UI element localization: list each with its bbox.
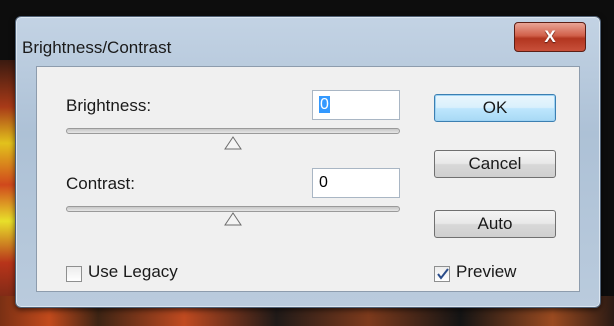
close-button[interactable]: X (514, 22, 586, 52)
contrast-value: 0 (319, 174, 328, 191)
cancel-button[interactable]: Cancel (434, 150, 556, 178)
brightness-slider-thumb[interactable] (224, 136, 242, 150)
brightness-slider-track[interactable] (66, 128, 400, 134)
brightness-value: 0 (319, 96, 330, 113)
use-legacy-label[interactable]: Use Legacy (88, 262, 178, 282)
preview-label[interactable]: Preview (456, 262, 516, 282)
checkmark-icon (437, 268, 449, 280)
preview-checkbox[interactable] (434, 266, 450, 282)
contrast-input[interactable]: 0 (312, 168, 400, 198)
ok-button[interactable]: OK (434, 94, 556, 122)
triangle-thumb-icon (224, 136, 242, 150)
use-legacy-checkbox[interactable] (66, 266, 82, 282)
triangle-thumb-icon (224, 212, 242, 226)
auto-button[interactable]: Auto (434, 210, 556, 238)
dialog-title: Brightness/Contrast (22, 38, 172, 57)
brightness-label: Brightness: (66, 96, 152, 115)
close-icon: X (544, 27, 556, 46)
brightness-input[interactable]: 0 (312, 90, 400, 120)
contrast-slider-thumb[interactable] (224, 212, 242, 226)
contrast-label: Contrast: (66, 174, 135, 193)
